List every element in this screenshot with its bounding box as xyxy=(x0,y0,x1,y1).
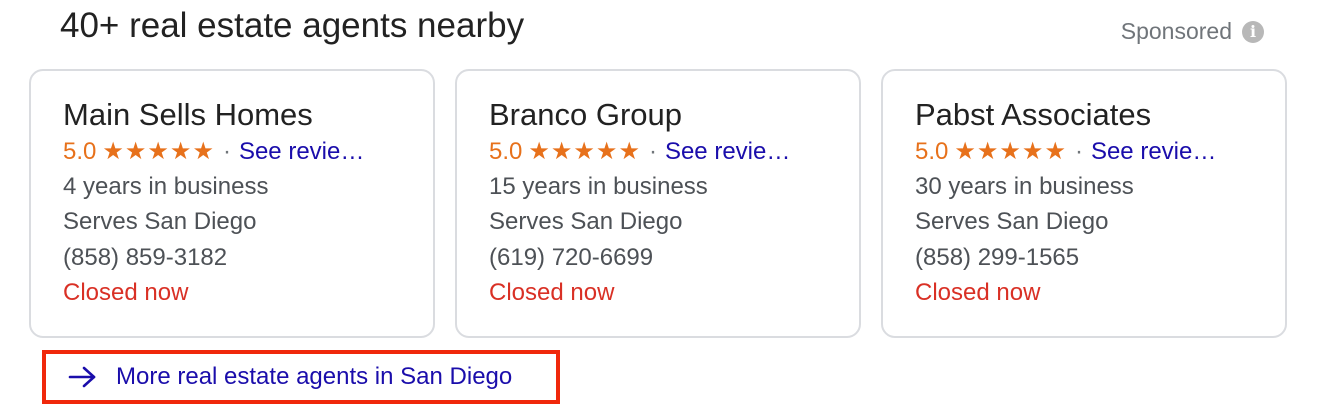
star-rating-icon: ★★★★★ xyxy=(954,138,1067,165)
rating-value: 5.0 xyxy=(489,138,523,165)
star-rating-icon: ★★★★★ xyxy=(102,138,215,165)
agent-name: Branco Group xyxy=(489,97,682,132)
sponsored-label: Sponsored xyxy=(1120,18,1232,44)
sponsored-label-group: Sponsored i xyxy=(1121,18,1264,45)
years-in-business: 30 years in business xyxy=(915,173,1134,200)
rating-row: 5.0 ★★★★★ · See revie… xyxy=(915,137,1265,166)
separator-dot: · xyxy=(648,138,657,165)
see-reviews-link[interactable]: See revie… xyxy=(1091,138,1216,166)
rating-row: 5.0 ★★★★★ · See revie… xyxy=(489,137,839,166)
more-agents-label: More real estate agents in San Diego xyxy=(116,363,513,390)
star-rating-icon: ★★★★★ xyxy=(528,138,641,165)
agent-name: Pabst Associates xyxy=(915,97,1152,132)
rating-value: 5.0 xyxy=(915,138,949,165)
rating-row: 5.0 ★★★★★ · See revie… xyxy=(63,137,413,166)
agent-card-branco-group[interactable]: Branco Group 5.0 ★★★★★ · See revie… 15 y… xyxy=(455,69,861,338)
rating-value: 5.0 xyxy=(63,138,97,165)
agent-card-main-sells-homes[interactable]: Main Sells Homes 5.0 ★★★★★ · See revie… … xyxy=(29,69,435,338)
service-area: Serves San Diego xyxy=(489,208,683,235)
service-area: Serves San Diego xyxy=(63,208,257,235)
see-reviews-link[interactable]: See revie… xyxy=(239,138,364,166)
years-in-business: 4 years in business xyxy=(63,173,269,200)
years-in-business: 15 years in business xyxy=(489,173,708,200)
phone-number: (858) 859-3182 xyxy=(63,244,228,271)
separator-dot: · xyxy=(1074,138,1083,165)
agent-name: Main Sells Homes xyxy=(63,97,313,132)
service-area: Serves San Diego xyxy=(915,208,1109,235)
phone-number: (858) 299-1565 xyxy=(915,244,1080,271)
arrow-right-icon xyxy=(68,366,96,388)
info-icon[interactable]: i xyxy=(1242,20,1264,43)
more-agents-link[interactable]: More real estate agents in San Diego xyxy=(42,350,560,404)
page-title: 40+ real estate agents nearby xyxy=(60,6,525,45)
phone-number: (619) 720-6699 xyxy=(489,244,654,271)
status-closed: Closed now xyxy=(63,279,189,306)
separator-dot: · xyxy=(222,138,231,165)
status-closed: Closed now xyxy=(915,279,1041,306)
status-closed: Closed now xyxy=(489,279,615,306)
see-reviews-link[interactable]: See revie… xyxy=(665,138,790,166)
agent-card-pabst-associates[interactable]: Pabst Associates 5.0 ★★★★★ · See revie… … xyxy=(881,69,1287,338)
